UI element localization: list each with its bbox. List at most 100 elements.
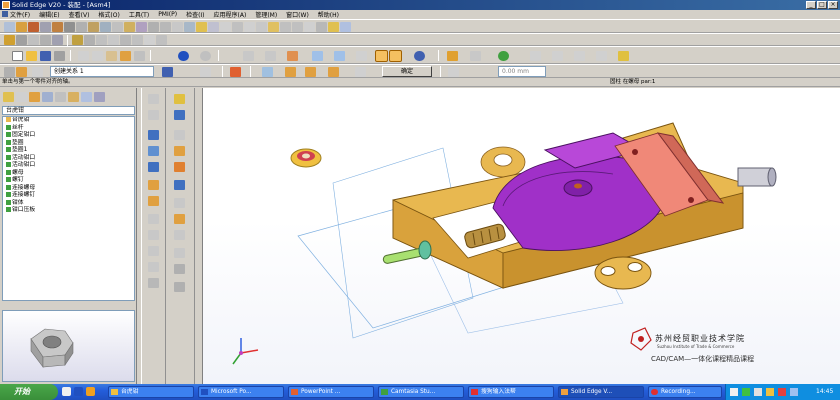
solid-edge-app-icon[interactable] — [2, 1, 10, 9]
tree-item[interactable]: 螺母 — [3, 169, 134, 178]
flip-icon[interactable] — [200, 67, 211, 77]
tray-network-icon[interactable] — [742, 388, 750, 396]
tangent-icon[interactable] — [112, 22, 123, 32]
mirror-part-icon[interactable] — [174, 214, 185, 224]
layers-tab-icon[interactable] — [29, 92, 40, 102]
tool-1-icon[interactable] — [148, 94, 159, 104]
part-check-icon[interactable] — [6, 169, 11, 175]
tree-item[interactable]: 钳口压板 — [3, 207, 134, 215]
part-check-icon[interactable] — [6, 139, 11, 145]
sketch-icon[interactable] — [4, 35, 15, 45]
floating-nut-part[interactable] — [290, 148, 322, 168]
virtual-component-icon[interactable] — [328, 22, 339, 32]
open-folder-icon[interactable] — [26, 51, 37, 61]
cut-icon[interactable] — [78, 51, 89, 61]
format-painter-icon[interactable] — [120, 51, 131, 61]
part-check-icon[interactable] — [6, 199, 11, 205]
path-icon[interactable] — [160, 22, 171, 32]
insert-icon[interactable] — [76, 22, 87, 32]
document-icon[interactable] — [2, 11, 8, 17]
menu-manage[interactable]: 管理(M) — [255, 10, 277, 19]
angle-icon[interactable] — [100, 22, 111, 32]
task-folder[interactable]: 台虎钳 — [108, 386, 194, 398]
part-check-icon[interactable] — [6, 154, 11, 160]
whats-this-help-icon[interactable] — [618, 51, 629, 61]
tool-7-icon[interactable] — [148, 196, 159, 206]
interference-icon[interactable] — [268, 22, 279, 32]
quicklaunch-desktop-icon[interactable] — [74, 387, 83, 396]
layer-icon[interactable] — [470, 51, 481, 61]
rotate-part-icon[interactable] — [174, 146, 185, 156]
zoom-area-icon[interactable] — [552, 51, 563, 61]
tree-item[interactable]: 钳体 — [3, 199, 134, 208]
tool-8-icon[interactable] — [148, 214, 159, 224]
tool-2-icon[interactable] — [148, 110, 159, 120]
tree-item[interactable]: 丝杆 — [3, 124, 134, 133]
tool-10-icon[interactable] — [148, 246, 159, 256]
tree-item[interactable]: 活动钳口 — [3, 162, 134, 170]
menu-edit[interactable]: 编辑(E) — [39, 10, 59, 19]
properties-icon[interactable] — [280, 22, 291, 32]
zoom-window-icon[interactable] — [243, 51, 254, 61]
second-element-icon[interactable] — [305, 67, 316, 77]
undo-icon[interactable] — [178, 51, 189, 61]
relation-select[interactable]: 创建关系 1 — [50, 66, 154, 77]
menu-inspect[interactable]: 检查(I) — [186, 10, 204, 19]
view-front-icon[interactable] — [312, 51, 323, 61]
connect-icon[interactable] — [88, 22, 99, 32]
zoom-in-icon[interactable] — [574, 51, 585, 61]
tray-volume-icon[interactable] — [754, 388, 762, 396]
new-file-icon[interactable] — [12, 51, 23, 61]
place-part-icon[interactable] — [174, 110, 185, 120]
maximize-button[interactable]: □ — [817, 1, 827, 9]
menu-format[interactable]: 格式(O) — [98, 10, 119, 19]
pathfinder-dropdown[interactable]: 台虎钳 — [2, 106, 135, 115]
menu-pmi[interactable]: PMI(P) — [158, 11, 177, 18]
parts-library-tab-icon[interactable] — [16, 92, 27, 102]
tree-item[interactable]: 固定钳口 — [3, 132, 134, 140]
tree-item[interactable]: 活动钳口 — [3, 154, 134, 163]
align-icon[interactable] — [52, 22, 63, 32]
tray-ime-icon[interactable] — [730, 388, 738, 396]
motion-icon[interactable] — [244, 22, 255, 32]
hole-feature-icon[interactable] — [174, 180, 185, 190]
second-part-icon[interactable] — [285, 67, 296, 77]
section-icon[interactable] — [316, 22, 327, 32]
disperse-icon[interactable] — [220, 22, 231, 32]
rigid-set-icon[interactable] — [172, 22, 183, 32]
save-icon[interactable] — [40, 51, 51, 61]
frame-icon[interactable] — [174, 264, 185, 274]
offset-type-icon[interactable] — [448, 67, 459, 77]
minimize-button[interactable]: _ — [806, 1, 816, 9]
tree-item[interactable]: 螺钉 — [3, 177, 134, 185]
show-icon[interactable] — [292, 22, 303, 32]
tree-item[interactable]: 垫圈1 — [3, 147, 134, 155]
tool-4-icon[interactable] — [148, 146, 159, 156]
task-powerpoint[interactable]: PowerPoint ... — [288, 386, 374, 398]
target-element-icon[interactable] — [328, 67, 339, 77]
part-check-icon[interactable] — [6, 132, 11, 137]
start-button[interactable]: 开始 — [0, 384, 58, 400]
select-tools-tab-icon[interactable] — [81, 92, 92, 102]
assembly-groups-tab-icon[interactable] — [55, 92, 66, 102]
view-orient-icon[interactable] — [356, 51, 367, 61]
fit-view-icon[interactable] — [596, 51, 607, 61]
mirror-icon[interactable] — [196, 22, 207, 32]
relation-type-dropdown-icon[interactable] — [162, 67, 173, 77]
3d-graphics-window[interactable]: 苏州经贸职业技术学院 Suzhou Institute of Trade & C… — [202, 88, 840, 384]
cam-icon[interactable] — [124, 22, 135, 32]
sensors-tab-icon[interactable] — [42, 92, 53, 102]
plane-icon[interactable] — [72, 35, 83, 45]
replace-icon[interactable] — [208, 22, 219, 32]
point-icon[interactable] — [96, 35, 107, 45]
fastener-icon[interactable] — [174, 248, 185, 258]
tool-3-icon[interactable] — [148, 130, 159, 140]
help-icon[interactable] — [340, 22, 351, 32]
tree-item[interactable]: 连接螺母 — [3, 184, 134, 193]
pattern-icon[interactable] — [184, 22, 195, 32]
axial-icon[interactable] — [64, 22, 75, 32]
hole-icon[interactable] — [40, 35, 51, 45]
part-check-icon[interactable] — [6, 184, 11, 190]
measure-icon[interactable] — [144, 35, 155, 45]
pan-icon[interactable] — [530, 51, 541, 61]
